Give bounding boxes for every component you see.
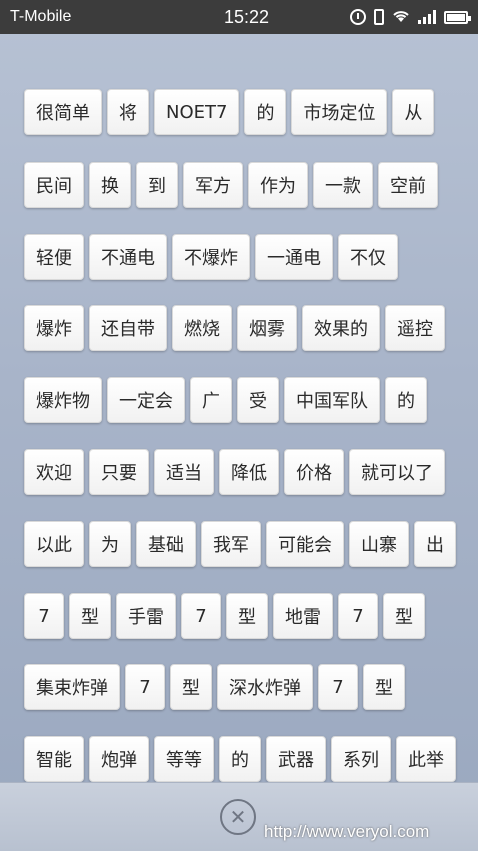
word-chip[interactable]: 爆炸物 bbox=[24, 377, 102, 423]
chip-row: 爆炸 还自带 燃烧 烟雾 效果的 遥控 bbox=[24, 305, 445, 353]
status-icons bbox=[350, 9, 471, 26]
signal-icon bbox=[418, 10, 436, 24]
word-chip[interactable]: 不通电 bbox=[89, 234, 167, 280]
word-chip[interactable]: 作为 bbox=[248, 162, 308, 208]
word-chip[interactable]: 降低 bbox=[219, 449, 279, 495]
word-chip[interactable]: 只要 bbox=[89, 449, 149, 495]
word-chip[interactable]: 换 bbox=[89, 162, 131, 208]
word-chip[interactable]: 7 bbox=[24, 593, 64, 639]
word-chip[interactable]: 效果的 bbox=[302, 305, 380, 351]
word-chip[interactable]: 的 bbox=[219, 736, 261, 782]
word-chip[interactable]: 很简单 bbox=[24, 89, 102, 135]
chip-row: 智能 炮弹 等等的武器 系列 此举 bbox=[24, 736, 456, 784]
close-button[interactable]: ✕ bbox=[220, 799, 256, 835]
status-clock: 15:22 bbox=[224, 6, 270, 27]
word-chip[interactable]: 地雷 bbox=[273, 593, 333, 639]
word-chip[interactable]: 广 bbox=[190, 377, 232, 423]
word-chip[interactable]: 受 bbox=[237, 377, 279, 423]
word-chip[interactable]: 武器 bbox=[266, 736, 326, 782]
word-chip[interactable]: 空前 bbox=[378, 162, 438, 208]
word-chip[interactable]: 我军 bbox=[201, 521, 261, 567]
word-chip[interactable]: 7 bbox=[181, 593, 221, 639]
word-chip[interactable]: NOET7 bbox=[154, 89, 240, 135]
word-chip[interactable]: 轻便 bbox=[24, 234, 84, 280]
word-chip[interactable]: 燃烧 bbox=[172, 305, 232, 351]
chip-row: 爆炸物 一定会广受中国军队的 bbox=[24, 377, 427, 425]
word-chip[interactable]: 智能 bbox=[24, 736, 84, 782]
word-chip[interactable]: 型 bbox=[170, 664, 212, 710]
word-chip[interactable]: 出 bbox=[414, 521, 456, 567]
word-chip[interactable]: 一款 bbox=[313, 162, 373, 208]
word-chip[interactable]: 7 bbox=[318, 664, 358, 710]
word-chip[interactable]: 可能会 bbox=[266, 521, 344, 567]
chip-row: 很简单将 NOET7 的市场定位从 bbox=[24, 89, 435, 137]
word-chip[interactable]: 从 bbox=[392, 89, 435, 135]
word-chip[interactable]: 基础 bbox=[136, 521, 196, 567]
status-bar: T-Mobile 15:22 bbox=[0, 0, 478, 34]
word-chip[interactable]: 烟雾 bbox=[237, 305, 297, 351]
word-chip[interactable]: 市场定位 bbox=[291, 89, 388, 135]
word-chip[interactable]: 集束炸弹 bbox=[24, 664, 120, 710]
word-chip[interactable]: 的 bbox=[385, 377, 427, 423]
alarm-icon bbox=[350, 9, 366, 25]
word-chip[interactable]: 型 bbox=[363, 664, 405, 710]
word-chip[interactable]: 系列 bbox=[331, 736, 391, 782]
word-chip[interactable]: 等等 bbox=[154, 736, 214, 782]
word-chip[interactable]: 7 bbox=[338, 593, 378, 639]
word-chip[interactable]: 一定会 bbox=[107, 377, 185, 423]
chip-row: 民间换到军方 作为 一款 空前 bbox=[24, 162, 438, 210]
word-chip[interactable]: 型 bbox=[383, 593, 425, 639]
word-chip[interactable]: 将 bbox=[107, 89, 149, 135]
word-chip[interactable]: 7 bbox=[125, 664, 165, 710]
word-chip[interactable]: 军方 bbox=[183, 162, 243, 208]
word-chip[interactable]: 适当 bbox=[154, 449, 214, 495]
word-chip[interactable]: 山寨 bbox=[349, 521, 409, 567]
wifi-icon bbox=[392, 9, 410, 26]
carrier-name: T-Mobile bbox=[10, 8, 72, 25]
word-chip[interactable]: 爆炸 bbox=[24, 305, 84, 351]
word-chip[interactable]: 欢迎 bbox=[24, 449, 84, 495]
word-chip[interactable]: 以此 bbox=[24, 521, 84, 567]
chip-row: 7 型手雷 7 型地雷 7 型 bbox=[24, 593, 425, 641]
vibrate-icon bbox=[374, 9, 384, 25]
word-chip[interactable]: 民间 bbox=[24, 162, 84, 208]
word-chip[interactable]: 不爆炸 bbox=[172, 234, 250, 280]
word-chip[interactable]: 遥控 bbox=[385, 305, 445, 351]
word-chip[interactable]: 价格 bbox=[284, 449, 344, 495]
word-chip[interactable]: 为 bbox=[89, 521, 131, 567]
chip-row: 欢迎 只要 适当 降低 价格 就可以了 bbox=[24, 449, 445, 497]
word-chip[interactable]: 就可以了 bbox=[349, 449, 445, 495]
word-chip[interactable]: 深水炸弹 bbox=[217, 664, 313, 710]
word-chip[interactable]: 到 bbox=[136, 162, 178, 208]
word-chip[interactable]: 型 bbox=[69, 593, 111, 639]
word-chip[interactable]: 还自带 bbox=[89, 305, 167, 351]
chip-row: 以此为基础 我军 可能会 山寨出 bbox=[24, 521, 456, 569]
word-chip[interactable]: 手雷 bbox=[116, 593, 176, 639]
word-chip[interactable]: 此举 bbox=[396, 736, 456, 782]
word-chip[interactable]: 一通电 bbox=[255, 234, 333, 280]
word-chip[interactable]: 型 bbox=[226, 593, 268, 639]
word-chip[interactable]: 炮弹 bbox=[89, 736, 149, 782]
chip-row: 集束炸弹 7 型深水炸弹 7 型 bbox=[24, 664, 405, 712]
word-chip[interactable]: 中国军队 bbox=[284, 377, 380, 423]
battery-icon bbox=[444, 10, 471, 24]
word-chip[interactable]: 不仅 bbox=[338, 234, 398, 280]
chip-row: 轻便 不通电 不爆炸 一通电 不仅 bbox=[24, 234, 398, 282]
word-chip[interactable]: 的 bbox=[244, 89, 287, 135]
watermark-text: http://www.veryol.com bbox=[264, 822, 430, 841]
